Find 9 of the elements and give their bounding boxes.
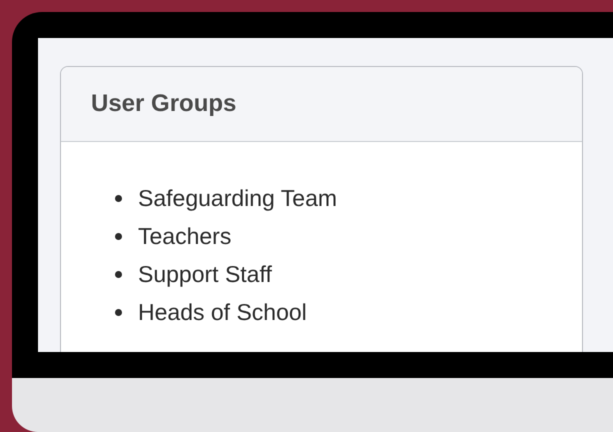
bullet-icon [115, 232, 122, 240]
bullet-icon [115, 308, 122, 316]
card-title: User Groups [91, 90, 236, 118]
group-name: Teachers [138, 222, 232, 250]
bullet-icon [115, 194, 122, 202]
bullet-icon [115, 270, 122, 278]
group-name: Heads of School [138, 298, 307, 326]
group-name: Support Staff [138, 260, 272, 288]
group-name: Safeguarding Team [138, 184, 338, 212]
